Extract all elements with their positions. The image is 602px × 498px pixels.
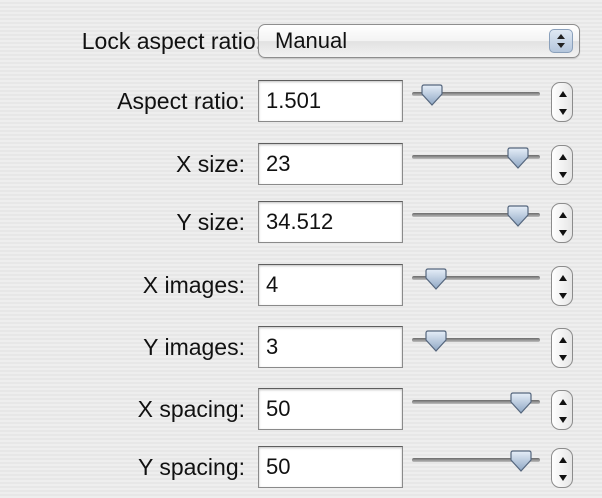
aspect-ratio-label: Aspect ratio: [117, 88, 245, 114]
x-size-input[interactable] [259, 144, 402, 184]
stepper-arrows-icon [559, 337, 567, 361]
stepper-arrows-icon [559, 154, 567, 178]
y-images-input[interactable] [259, 327, 402, 367]
y-images-label: Y images: [143, 334, 245, 360]
stepper-arrows-icon [559, 212, 567, 236]
slider-thumb[interactable] [506, 205, 530, 227]
y-size-slider[interactable] [412, 205, 540, 235]
y-spacing-slider[interactable] [412, 450, 540, 480]
y-spacing-input[interactable] [259, 447, 402, 487]
aspect-ratio-input[interactable] [259, 81, 402, 121]
stepper-arrows-icon [559, 275, 567, 299]
slider-thumb[interactable] [420, 84, 444, 106]
slider-thumb[interactable] [506, 147, 530, 169]
x-spacing-slider[interactable] [412, 392, 540, 422]
x-images-field[interactable] [258, 264, 403, 306]
x-spacing-field[interactable] [258, 388, 403, 430]
y-spacing-stepper[interactable] [551, 448, 573, 488]
y-size-stepper[interactable] [551, 203, 573, 243]
x-images-input[interactable] [259, 265, 402, 305]
x-spacing-stepper[interactable] [551, 390, 573, 430]
x-spacing-label: X spacing: [137, 396, 245, 422]
y-spacing-label: Y spacing: [138, 454, 245, 480]
x-images-label: X images: [142, 272, 245, 298]
y-images-stepper[interactable] [551, 328, 573, 368]
slider-thumb[interactable] [509, 450, 533, 472]
x-size-slider[interactable] [412, 147, 540, 177]
slider-thumb[interactable] [424, 330, 448, 352]
x-size-label: X size: [175, 151, 245, 177]
slider-thumb[interactable] [424, 268, 448, 290]
stepper-arrows-icon [559, 457, 567, 481]
x-size-field[interactable] [258, 143, 403, 185]
y-size-field[interactable] [258, 201, 403, 243]
x-spacing-input[interactable] [259, 389, 402, 429]
x-images-slider[interactable] [412, 268, 540, 298]
aspect-ratio-field[interactable] [258, 80, 403, 122]
stepper-arrows-icon [559, 399, 567, 423]
stepper-arrows-icon [559, 91, 567, 115]
y-images-slider[interactable] [412, 330, 540, 360]
slider-thumb[interactable] [509, 392, 533, 414]
lock-aspect-ratio-value: Manual [275, 28, 348, 53]
y-spacing-field[interactable] [258, 446, 403, 488]
y-images-field[interactable] [258, 326, 403, 368]
y-size-label: Y size: [176, 209, 245, 235]
lock-aspect-ratio-label: Lock aspect ratio: [81, 28, 262, 54]
aspect-ratio-slider[interactable] [412, 84, 540, 114]
lock-aspect-ratio-popup[interactable]: Manual [258, 24, 580, 58]
aspect-ratio-stepper[interactable] [551, 82, 573, 122]
x-images-stepper[interactable] [551, 266, 573, 306]
settings-panel: Lock aspect ratio: Manual Aspect ratio: … [0, 0, 602, 498]
x-size-stepper[interactable] [551, 145, 573, 185]
popup-up-down-arrows-icon [549, 29, 573, 53]
y-size-input[interactable] [259, 202, 402, 242]
